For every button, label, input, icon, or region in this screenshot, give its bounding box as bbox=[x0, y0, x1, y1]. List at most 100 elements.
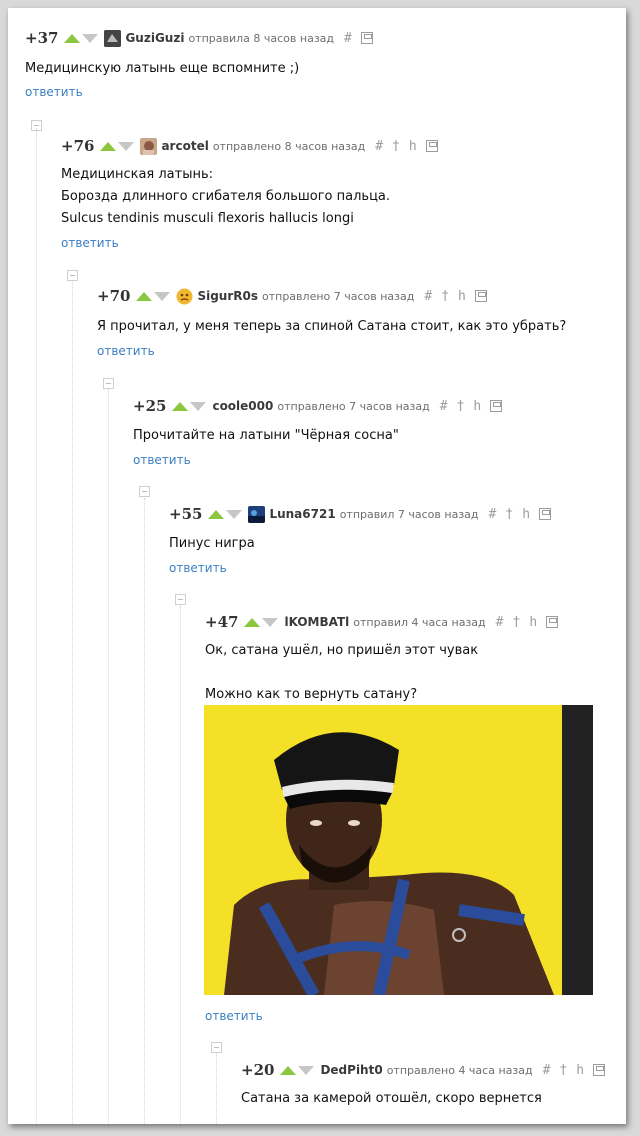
comment-header: +25 coole000 отправлено 7 часов назад # … bbox=[133, 396, 511, 416]
comment-header: +70 SigurR0s отправлено 7 часов назад # … bbox=[97, 286, 496, 306]
comment-timestamp: отправил 7 часов назад bbox=[339, 507, 479, 521]
save-icon[interactable] bbox=[490, 400, 503, 412]
parent-icon[interactable]: † bbox=[457, 399, 465, 414]
comment-timestamp: отправлено 7 часов назад bbox=[277, 399, 430, 413]
reply-link[interactable]: ответить bbox=[61, 236, 119, 250]
collapse-toggle-icon[interactable] bbox=[211, 1042, 222, 1053]
parent-icon[interactable]: † bbox=[512, 615, 520, 630]
comment-text: Сатана за камерой отошёл, скоро вернется bbox=[241, 1088, 542, 1110]
downvote-icon[interactable] bbox=[190, 401, 207, 411]
avatar[interactable] bbox=[176, 288, 193, 305]
reply-link[interactable]: ответить bbox=[133, 453, 191, 467]
comment-rating: +25 bbox=[133, 397, 167, 415]
permalink-icon[interactable]: # bbox=[489, 507, 497, 522]
comment-line: Sulcus tendinis musculi flexoris halluci… bbox=[61, 211, 354, 226]
upvote-icon[interactable] bbox=[64, 33, 81, 43]
username[interactable]: arcotel bbox=[161, 139, 208, 153]
photo-illustration bbox=[204, 705, 593, 995]
save-icon[interactable] bbox=[425, 140, 438, 152]
parent-icon[interactable]: † bbox=[559, 1063, 567, 1078]
comment-line: Медицинскую латынь еще вспомните ;) bbox=[25, 61, 300, 76]
avatar[interactable] bbox=[248, 505, 266, 523]
collapse-toggle-icon[interactable] bbox=[139, 486, 150, 497]
upvote-icon[interactable] bbox=[280, 1065, 297, 1075]
username[interactable]: SigurR0s bbox=[197, 289, 258, 303]
save-icon[interactable] bbox=[546, 616, 559, 628]
reply-link[interactable]: ответить bbox=[97, 344, 155, 358]
comment-photo[interactable] bbox=[204, 705, 593, 995]
comment-text: Ок, сатана ушёл, но пришёл этот чувак Мо… bbox=[205, 640, 478, 706]
username[interactable]: Luna6721 bbox=[269, 507, 335, 521]
downvote-icon[interactable] bbox=[262, 617, 279, 627]
comment-line: Можно как то вернуть сатану? bbox=[205, 687, 418, 702]
upvote-icon[interactable] bbox=[244, 617, 261, 627]
comment-rating: +55 bbox=[169, 505, 203, 523]
thread-icon[interactable]: h bbox=[458, 289, 466, 304]
save-icon[interactable] bbox=[539, 508, 552, 520]
avatar[interactable] bbox=[104, 29, 122, 47]
thread-icon[interactable]: h bbox=[409, 139, 417, 154]
save-icon[interactable] bbox=[474, 290, 487, 302]
comment-timestamp: отправила 8 часов назад bbox=[188, 31, 335, 45]
comment-header: +20 DedPiht0 отправлено 4 часа назад # †… bbox=[241, 1060, 614, 1080]
thread-icon[interactable]: h bbox=[529, 615, 537, 630]
thread-icon[interactable]: h bbox=[522, 507, 530, 522]
reply-link[interactable]: ответить bbox=[169, 561, 227, 575]
upvote-icon[interactable] bbox=[208, 509, 225, 519]
upvote-icon[interactable] bbox=[172, 401, 189, 411]
permalink-icon[interactable]: # bbox=[424, 289, 432, 304]
permalink-icon[interactable]: # bbox=[440, 399, 448, 414]
upvote-icon[interactable] bbox=[100, 141, 117, 151]
permalink-icon[interactable]: # bbox=[543, 1063, 551, 1078]
permalink-icon[interactable]: # bbox=[375, 139, 383, 154]
permalink-icon[interactable]: # bbox=[344, 31, 352, 46]
comment-text: Прочитайте на латыни "Чёрная сосна" bbox=[133, 425, 399, 447]
comment-timestamp: отправлено 7 часов назад bbox=[262, 289, 415, 303]
parent-icon[interactable]: † bbox=[441, 289, 449, 304]
reply-link[interactable]: ответить bbox=[205, 1009, 263, 1023]
save-icon[interactable] bbox=[360, 32, 373, 44]
thread-icon[interactable]: h bbox=[473, 399, 481, 414]
comment-line bbox=[205, 662, 478, 684]
comment-header: +37 GuziGuzi отправила 8 часов назад # bbox=[25, 28, 382, 48]
comment-line: Ок, сатана ушёл, но пришёл этот чувак bbox=[205, 643, 479, 658]
downvote-icon[interactable] bbox=[82, 33, 99, 43]
comment-header: +47 lKOMBATl отправил 4 часа назад # † h bbox=[205, 612, 567, 632]
avatar-image bbox=[176, 288, 193, 304]
permalink-icon[interactable]: # bbox=[496, 615, 504, 630]
collapse-toggle-icon[interactable] bbox=[175, 594, 186, 605]
save-icon[interactable] bbox=[593, 1064, 606, 1076]
thread-line bbox=[180, 606, 181, 1124]
comment-line: Пинус нигра bbox=[169, 536, 255, 551]
collapse-toggle-icon[interactable] bbox=[31, 120, 42, 131]
username[interactable]: DedPiht0 bbox=[320, 1063, 382, 1077]
avatar[interactable] bbox=[140, 137, 158, 155]
comment-thread: +37 GuziGuzi отправила 8 часов назад # М… bbox=[8, 8, 626, 1124]
upvote-icon[interactable] bbox=[136, 291, 153, 301]
comment-timestamp: отправил 4 часа назад bbox=[353, 615, 486, 629]
username[interactable]: lKOMBATl bbox=[284, 615, 349, 629]
thread-icon[interactable]: h bbox=[576, 1063, 584, 1078]
downvote-icon[interactable] bbox=[154, 291, 171, 301]
downvote-icon[interactable] bbox=[118, 141, 135, 151]
username[interactable]: coole000 bbox=[212, 399, 273, 413]
comment-line: Борозда длинного сгибателя большого паль… bbox=[61, 189, 391, 204]
comment-rating: +76 bbox=[61, 137, 95, 155]
thread-line bbox=[108, 388, 109, 1124]
downvote-icon[interactable] bbox=[226, 509, 243, 519]
parent-icon[interactable]: † bbox=[505, 507, 513, 522]
avatar-image bbox=[104, 29, 122, 47]
downvote-icon[interactable] bbox=[298, 1065, 315, 1075]
collapse-toggle-icon[interactable] bbox=[103, 378, 114, 389]
comment-header: +55 Luna6721 отправил 7 часов назад # † … bbox=[169, 504, 560, 524]
comment-text: Медицинскую латынь еще вспомните ;) bbox=[25, 58, 299, 80]
reply-link[interactable]: ответить bbox=[25, 85, 83, 99]
comment-header: +76 arcotel отправлено 8 часов назад # †… bbox=[61, 136, 447, 156]
parent-icon[interactable]: † bbox=[392, 139, 400, 154]
collapse-toggle-icon[interactable] bbox=[67, 270, 78, 281]
avatar-image bbox=[248, 505, 266, 523]
comment-line: Прочитайте на латыни "Чёрная сосна" bbox=[133, 428, 399, 443]
comment-text: Медицинская латынь: Борозда длинного сги… bbox=[61, 164, 390, 230]
comment-line: Я прочитал, у меня теперь за спиной Сата… bbox=[97, 319, 567, 334]
username[interactable]: GuziGuzi bbox=[125, 31, 184, 45]
